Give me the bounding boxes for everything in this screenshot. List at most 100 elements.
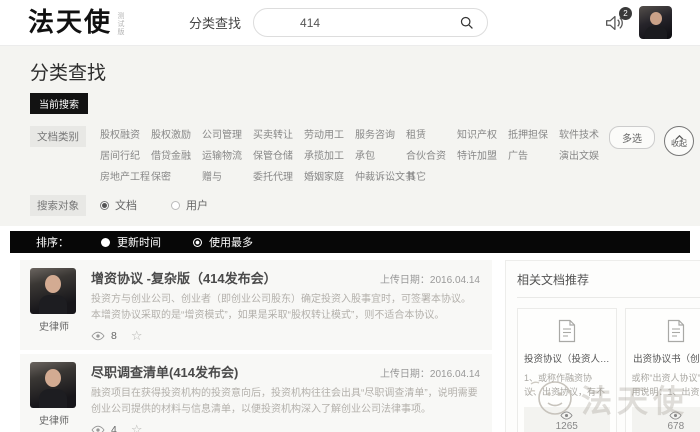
category-link[interactable]: 公司管理 xyxy=(202,126,252,141)
result-title[interactable]: 增资协议 -复杂版（414发布会） xyxy=(91,268,277,287)
category-link[interactable]: 赠与 xyxy=(202,168,252,183)
category-link[interactable]: 演出文娱 xyxy=(559,147,609,162)
multi-select-button[interactable]: 多选 xyxy=(609,126,655,149)
doc-card-title[interactable]: 投资协议（投资人… xyxy=(524,351,610,365)
upload-date: 上传日期：2016.04.14 xyxy=(380,271,480,286)
category-link[interactable]: 承包 xyxy=(355,147,405,162)
related-doc-card[interactable]: 投资协议（投资人… 1、或称作融资协议、出资协议，有不同的版本，常 1265 xyxy=(517,308,617,432)
category-link[interactable]: 特许加盟 xyxy=(457,147,507,162)
related-doc-card[interactable]: 出资协议书（创始… 或称“出资人协议”，适用说明：1、出资协议不是 678 xyxy=(625,308,700,432)
category-link[interactable]: 买卖转让 xyxy=(253,126,303,141)
category-filter-row: 文档类别 股权融资 股权激励 公司管理 买卖转让 劳动用工 服务咨询 租赁 知识… xyxy=(30,126,670,183)
upload-date: 上传日期：2016.04.14 xyxy=(380,365,480,380)
header-search-label: 分类查找 xyxy=(189,13,241,32)
doc-views-eye-icon xyxy=(669,411,682,420)
doc-card-title[interactable]: 出资协议书（创始… xyxy=(632,351,700,365)
current-search-badge: 当前搜索 xyxy=(30,93,88,114)
target-users-label: 用户 xyxy=(186,197,208,213)
category-link[interactable]: 保密 xyxy=(151,168,201,183)
author-avatar[interactable] xyxy=(30,362,76,408)
sort-most-used-label: 使用最多 xyxy=(209,234,253,250)
doc-views-count: 678 xyxy=(668,421,685,432)
result-description: 融资项目在获得投资机构的投资意向后，投资机构往往会出具“尽职调查清单”，说明需要… xyxy=(91,386,480,417)
collapse-button[interactable]: 收起 xyxy=(664,126,694,156)
category-link[interactable]: 婚姻家庭 xyxy=(304,168,354,183)
views-eye-icon xyxy=(91,331,105,341)
sort-bar: 排序： 更新时间 使用最多 xyxy=(10,231,690,253)
document-icon xyxy=(632,319,700,343)
result-body: 增资协议 -复杂版（414发布会） 上传日期：2016.04.14 投资方与创业… xyxy=(91,268,480,342)
sort-option-updated[interactable]: 更新时间 xyxy=(101,234,161,250)
category-link[interactable]: 承揽加工 xyxy=(304,147,354,162)
category-link[interactable]: 合伙合资 xyxy=(406,147,456,162)
author-avatar[interactable] xyxy=(30,268,76,314)
category-link[interactable]: 知识产权 xyxy=(457,126,507,141)
results-list: 史律师 增资协议 -复杂版（414发布会） 上传日期：2016.04.14 投资… xyxy=(20,260,492,432)
category-link[interactable]: 其它 xyxy=(406,168,456,183)
search-target-row: 搜索对象 文档 用户 xyxy=(30,195,670,216)
doc-views-count: 1265 xyxy=(556,421,578,432)
category-link[interactable]: 房地产工程 xyxy=(100,168,150,183)
result-stats: 8 ☆ xyxy=(91,329,480,342)
related-docs-grid: 投资协议（投资人… 1、或称作融资协议、出资协议，有不同的版本，常 1265 出… xyxy=(517,308,700,432)
logo-subtitle: 测试版 xyxy=(115,12,125,36)
sort-updated-label: 更新时间 xyxy=(117,234,161,250)
result-item[interactable]: 史律师 尽职调查清单(414发布会) 上传日期：2016.04.14 融资项目在… xyxy=(20,354,492,432)
category-link[interactable]: 居间行纪 xyxy=(100,147,150,162)
notifications-button[interactable]: 2 xyxy=(603,12,625,34)
result-author-block: 史律师 xyxy=(30,268,78,342)
page-title: 分类查找 xyxy=(30,58,670,85)
category-grid: 股权融资 股权激励 公司管理 买卖转让 劳动用工 服务咨询 租赁 知识产权 抵押… xyxy=(100,126,609,183)
doc-card-description: 1、或称作融资协议、出资协议，有不同的版本，常 xyxy=(524,372,610,399)
related-docs-title: 相关文档推荐 xyxy=(517,271,700,298)
result-title[interactable]: 尽职调查清单(414发布会) xyxy=(91,362,238,381)
doc-card-description: 或称“出资人协议”，适用说明：1、出资协议不是 xyxy=(632,372,700,399)
user-avatar[interactable] xyxy=(639,6,672,39)
search-icon[interactable] xyxy=(460,16,474,35)
result-stats: 4 ☆ xyxy=(91,423,480,432)
app-window: 法天使 测试版 分类查找 2 分类查找 当前搜索 文档类别 xyxy=(0,0,700,432)
radio-most-used-icon[interactable] xyxy=(193,238,202,247)
doc-category-label: 文档类别 xyxy=(30,126,86,147)
result-description: 投资方与创业公司、创业者（即创业公司股东）确定投资入股事宜时，可签署本协议。本增… xyxy=(91,292,480,323)
target-option-users[interactable]: 用户 xyxy=(171,197,208,213)
filter-actions: 多选 收起 xyxy=(609,126,694,156)
top-header: 法天使 测试版 分类查找 2 xyxy=(0,0,700,46)
favorite-star-icon[interactable]: ☆ xyxy=(131,329,143,342)
category-link[interactable]: 劳动用工 xyxy=(304,126,354,141)
doc-views-box: 1265 xyxy=(524,407,610,432)
author-name: 史律师 xyxy=(30,412,78,427)
search-input[interactable] xyxy=(254,16,424,30)
category-link[interactable]: 股权激励 xyxy=(151,126,201,141)
category-link[interactable]: 服务咨询 xyxy=(355,126,405,141)
main-content: 史律师 增资协议 -复杂版（414发布会） 上传日期：2016.04.14 投资… xyxy=(0,260,700,432)
category-link[interactable]: 软件技术 xyxy=(559,126,609,141)
radio-docs-icon[interactable] xyxy=(100,201,109,210)
category-link[interactable]: 抵押担保 xyxy=(508,126,558,141)
search-target-label: 搜索对象 xyxy=(30,195,86,216)
header-search-area: 分类查找 xyxy=(189,8,488,37)
category-link[interactable]: 租赁 xyxy=(406,126,456,141)
category-link[interactable]: 运输物流 xyxy=(202,147,252,162)
radio-updated-icon[interactable] xyxy=(101,238,110,247)
search-target-options: 文档 用户 xyxy=(100,195,208,213)
category-link[interactable]: 保管仓储 xyxy=(253,147,303,162)
radio-users-icon[interactable] xyxy=(171,201,180,210)
filter-section: 分类查找 当前搜索 文档类别 股权融资 股权激励 公司管理 买卖转让 劳动用工 … xyxy=(0,46,700,226)
target-option-docs[interactable]: 文档 xyxy=(100,197,137,213)
result-body: 尽职调查清单(414发布会) 上传日期：2016.04.14 融资项目在获得投资… xyxy=(91,362,480,432)
category-link[interactable]: 广告 xyxy=(508,147,558,162)
related-docs-panel: 相关文档推荐 投资协议（投资人… 1、或称作融资协议、出资协议，有不同的版本，常… xyxy=(505,260,700,432)
favorite-star-icon[interactable]: ☆ xyxy=(131,423,143,432)
site-logo[interactable]: 法天使 测试版 xyxy=(28,9,125,36)
result-item[interactable]: 史律师 增资协议 -复杂版（414发布会） 上传日期：2016.04.14 投资… xyxy=(20,260,492,350)
views-count: 8 xyxy=(111,330,117,342)
sort-option-most-used[interactable]: 使用最多 xyxy=(193,234,253,250)
author-name: 史律师 xyxy=(30,318,78,333)
notification-badge: 2 xyxy=(619,7,632,20)
search-bar[interactable] xyxy=(253,8,488,37)
category-link[interactable]: 借贷金融 xyxy=(151,147,201,162)
category-link[interactable]: 股权融资 xyxy=(100,126,150,141)
category-link[interactable]: 委托代理 xyxy=(253,168,303,183)
category-link[interactable]: 仲裁诉讼文书 xyxy=(355,168,405,183)
